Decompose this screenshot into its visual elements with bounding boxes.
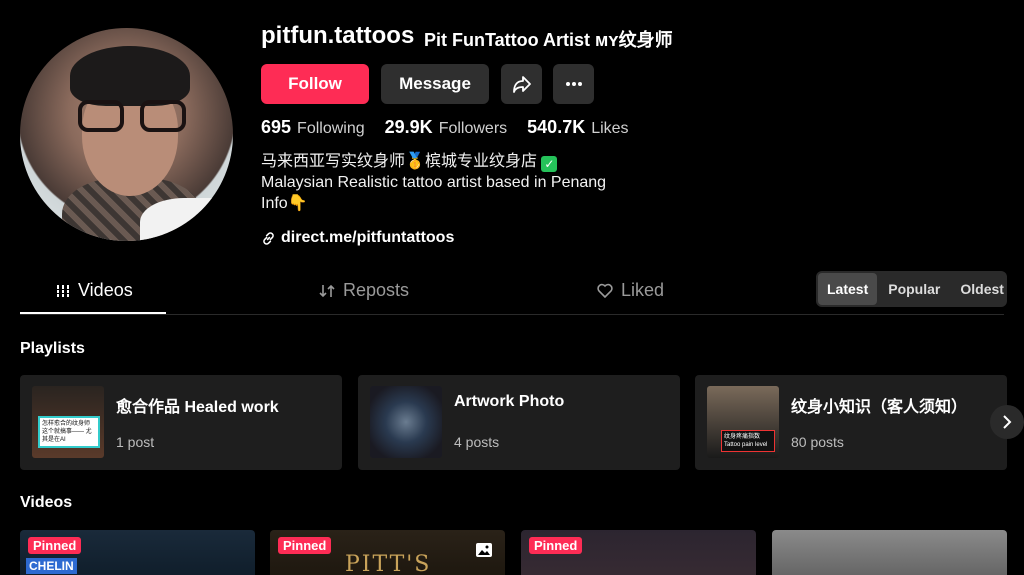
- video-card[interactable]: Pinned PITT'S: [270, 530, 505, 575]
- share-icon: [512, 76, 531, 93]
- active-tab-indicator: [20, 312, 166, 314]
- playlist-next-button[interactable]: [990, 405, 1024, 439]
- tab-videos[interactable]: Videos: [56, 280, 133, 301]
- playlists-heading: Playlists: [20, 340, 85, 357]
- playlist-count: 1 post: [116, 434, 155, 450]
- following-stat[interactable]: 695 Following: [261, 117, 365, 138]
- repost-icon: [319, 284, 335, 297]
- link-icon: [263, 231, 274, 245]
- playlist-name: 愈合作品 Healed work: [116, 399, 279, 416]
- playlist-thumbnail: [370, 386, 442, 458]
- playlist-count: 80 posts: [791, 434, 844, 450]
- share-button[interactable]: [501, 64, 542, 104]
- profile-username: pitfun.tattoos: [261, 22, 415, 49]
- tab-reposts[interactable]: Reposts: [319, 280, 409, 301]
- pinned-badge: Pinned: [278, 537, 332, 554]
- photo-icon: [476, 543, 492, 557]
- tab-liked[interactable]: Liked: [597, 280, 664, 301]
- follow-button[interactable]: Follow: [261, 64, 369, 104]
- medal-icon: 🥇: [405, 153, 425, 170]
- followers-stat[interactable]: 29.9K Followers: [385, 117, 508, 138]
- playlist-card[interactable]: 怎样愈合的纹身师 这个就搞事—— 尤其是在AI 愈合作品 Healed work…: [20, 375, 342, 470]
- profile-nickname: Pit FunTattoo Artist ᴍʏ纹身师: [424, 30, 673, 50]
- sort-popular[interactable]: Popular: [879, 273, 949, 305]
- videos-heading: Videos: [20, 494, 73, 511]
- playlist-thumbnail: 怎样愈合的纹身师 这个就搞事—— 尤其是在AI: [32, 386, 104, 458]
- profile-bio: 马来西亚写实纹身师🥇槟城专业纹身店 ✓ Malaysian Realistic …: [261, 153, 607, 212]
- check-icon: ✓: [541, 156, 558, 172]
- profile-stats: 695 Following 29.9K Followers 540.7K Likes: [261, 117, 629, 138]
- pointing-hand-icon: 👇: [287, 195, 308, 212]
- video-card[interactable]: Pinned CHELIN: [20, 530, 255, 575]
- message-button[interactable]: Message: [381, 64, 489, 104]
- more-options-button[interactable]: [553, 64, 594, 104]
- profile-link[interactable]: direct.me/pitfuntattoos: [261, 229, 454, 247]
- heart-icon: [597, 283, 613, 298]
- video-card[interactable]: Pinned: [521, 530, 756, 575]
- playlist-card[interactable]: Artwork Photo 4 posts: [358, 375, 680, 470]
- pinned-badge: Pinned: [529, 537, 583, 554]
- grid-icon: [56, 284, 70, 297]
- video-card[interactable]: [772, 530, 1007, 575]
- sort-latest[interactable]: Latest: [818, 273, 878, 305]
- profile-avatar[interactable]: [20, 28, 233, 241]
- playlist-count: 4 posts: [454, 434, 500, 450]
- playlist-name: Artwork Photo: [454, 393, 565, 410]
- more-icon: [565, 82, 582, 86]
- playlist-name: 纹身小知识（客人须知）: [791, 399, 968, 416]
- playlist-card[interactable]: 纹身疼痛指数 Tattoo pain level 纹身小知识（客人须知） 80 …: [695, 375, 1007, 470]
- pinned-badge: Pinned: [28, 537, 82, 554]
- sort-toggle: Latest Popular Oldest: [816, 271, 1007, 307]
- likes-stat: 540.7K Likes: [527, 117, 629, 137]
- sort-oldest[interactable]: Oldest: [951, 273, 1013, 305]
- playlist-thumbnail: 纹身疼痛指数 Tattoo pain level: [707, 386, 779, 458]
- chevron-right-icon: [1003, 415, 1012, 429]
